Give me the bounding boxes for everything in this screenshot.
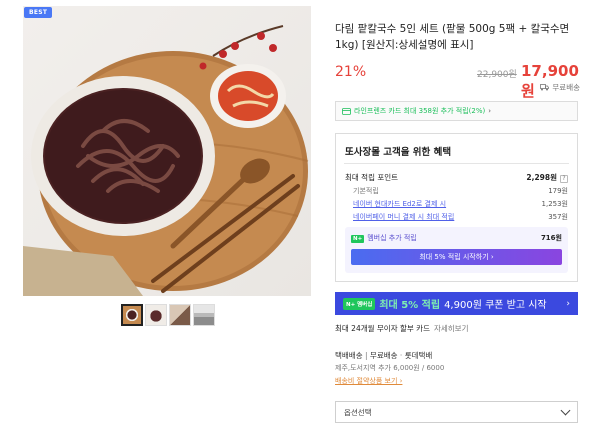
thumbnail-1[interactable]	[121, 304, 143, 326]
delivery-separator: |	[365, 351, 368, 360]
membership-coupon-bar[interactable]: N+ 멤버십 최대 5% 적립 4,900원 쿠폰 받고 시작 ›	[335, 292, 578, 315]
npay-money-link[interactable]: 네이버페이 머니 결제 시 최대 적립	[345, 212, 454, 222]
membership-label: 멤버십 추가 적립	[367, 234, 417, 242]
installment-label: 최대 24개월 무이자 할부 카드	[335, 324, 430, 333]
membership-box: N+ 멤버십 추가 적립 716원 최대 5% 적립 시작하기 ›	[345, 227, 568, 273]
hyundai-card-link[interactable]: 네이버 현대카드 Ed2로 결제 시	[345, 199, 446, 209]
hyundai-card-value: 1,253원	[541, 200, 568, 208]
thumbnail-4[interactable]	[193, 304, 215, 326]
max-points-value: 2,298원	[526, 173, 557, 182]
original-price: 22,900원	[477, 70, 517, 80]
delivery-label: 택배배송	[335, 351, 363, 360]
hyundai-card-row[interactable]: 네이버 현대카드 Ed2로 결제 시 1,253원	[345, 199, 568, 209]
max-points-label: 최대 적립 포인트	[345, 173, 399, 182]
best-badge: BEST	[24, 7, 53, 18]
option-select-placeholder: 옵션선택	[344, 407, 372, 417]
benefit-divider	[344, 163, 569, 164]
thumbnail-strip	[121, 304, 215, 326]
max-points-row: 최대 적립 포인트 2,298원?	[345, 172, 568, 183]
installment-row: 최대 24개월 무이자 할부 카드 자세히보기	[335, 323, 468, 334]
delivery-dot: ·	[399, 351, 403, 360]
delivery-free: 무료배송	[369, 351, 398, 360]
product-main-image	[23, 6, 311, 296]
benefit-box: 또사장몰 고객을 위한 혜택 최대 적립 포인트 2,298원? 기본적립 17…	[335, 133, 578, 282]
basic-points-row: 기본적립 179원	[345, 186, 568, 196]
chevron-right-icon: ›	[488, 107, 492, 115]
product-title: 다림 팥칼국수 5인 세트 (팥물 500g 5팩 + 칼국수면 1kg) [원…	[335, 23, 570, 51]
thumbnail-2[interactable]	[145, 304, 167, 326]
npay-money-row[interactable]: 네이버페이 머니 결제 시 최대 적립 357원	[345, 212, 568, 222]
shipping-info: 무료배송	[540, 82, 580, 93]
membership-start-button[interactable]: 최대 5% 적립 시작하기 ›	[351, 249, 562, 265]
coupon-text: 4,900원 쿠폰 받고 시작	[444, 300, 547, 311]
basic-points-label: 기본적립	[353, 187, 379, 195]
npay-money-value: 357원	[548, 213, 568, 221]
shipping-label: 무료배송	[552, 83, 580, 92]
chevron-right-icon: ›	[566, 298, 570, 309]
npay-plus-tag: N+	[351, 235, 365, 243]
thumbnail-3[interactable]	[169, 304, 191, 326]
membership-value: 716원	[540, 234, 562, 242]
card-benefit-banner[interactable]: 라인프렌즈 카드 최대 358원 추가 적립(2%) ›	[335, 101, 578, 121]
option-select[interactable]: 옵션선택	[335, 401, 578, 423]
delivery-extra: 제주,도서지역 추가 6,000원 / 6000	[335, 364, 445, 372]
card-icon	[342, 107, 351, 115]
delivery-row: 택배배송 | 무료배송 · 롯데택배	[335, 350, 432, 361]
basic-points-value: 179원	[548, 187, 568, 195]
help-icon[interactable]: ?	[560, 175, 568, 183]
benefit-title: 또사장몰 고객을 위한 혜택	[345, 147, 452, 158]
discount-rate: 21%	[335, 64, 367, 80]
truck-icon	[540, 84, 550, 91]
membership-row: N+ 멤버십 추가 적립 716원	[351, 233, 562, 243]
coupon-highlight: 최대 5% 적립	[379, 300, 441, 311]
npay-membership-pill: N+ 멤버십	[343, 297, 376, 310]
installment-details-link[interactable]: 자세히보기	[434, 323, 469, 334]
delivery-carrier: 롯데택배	[404, 351, 433, 360]
delivery-saving-link[interactable]: 배송비 절약상품 보기 ›	[335, 376, 402, 386]
card-banner-text: 라인프렌즈 카드 최대 358원 추가 적립(2%)	[354, 107, 486, 115]
chevron-down-icon	[560, 405, 571, 416]
product-photo	[23, 25, 309, 296]
